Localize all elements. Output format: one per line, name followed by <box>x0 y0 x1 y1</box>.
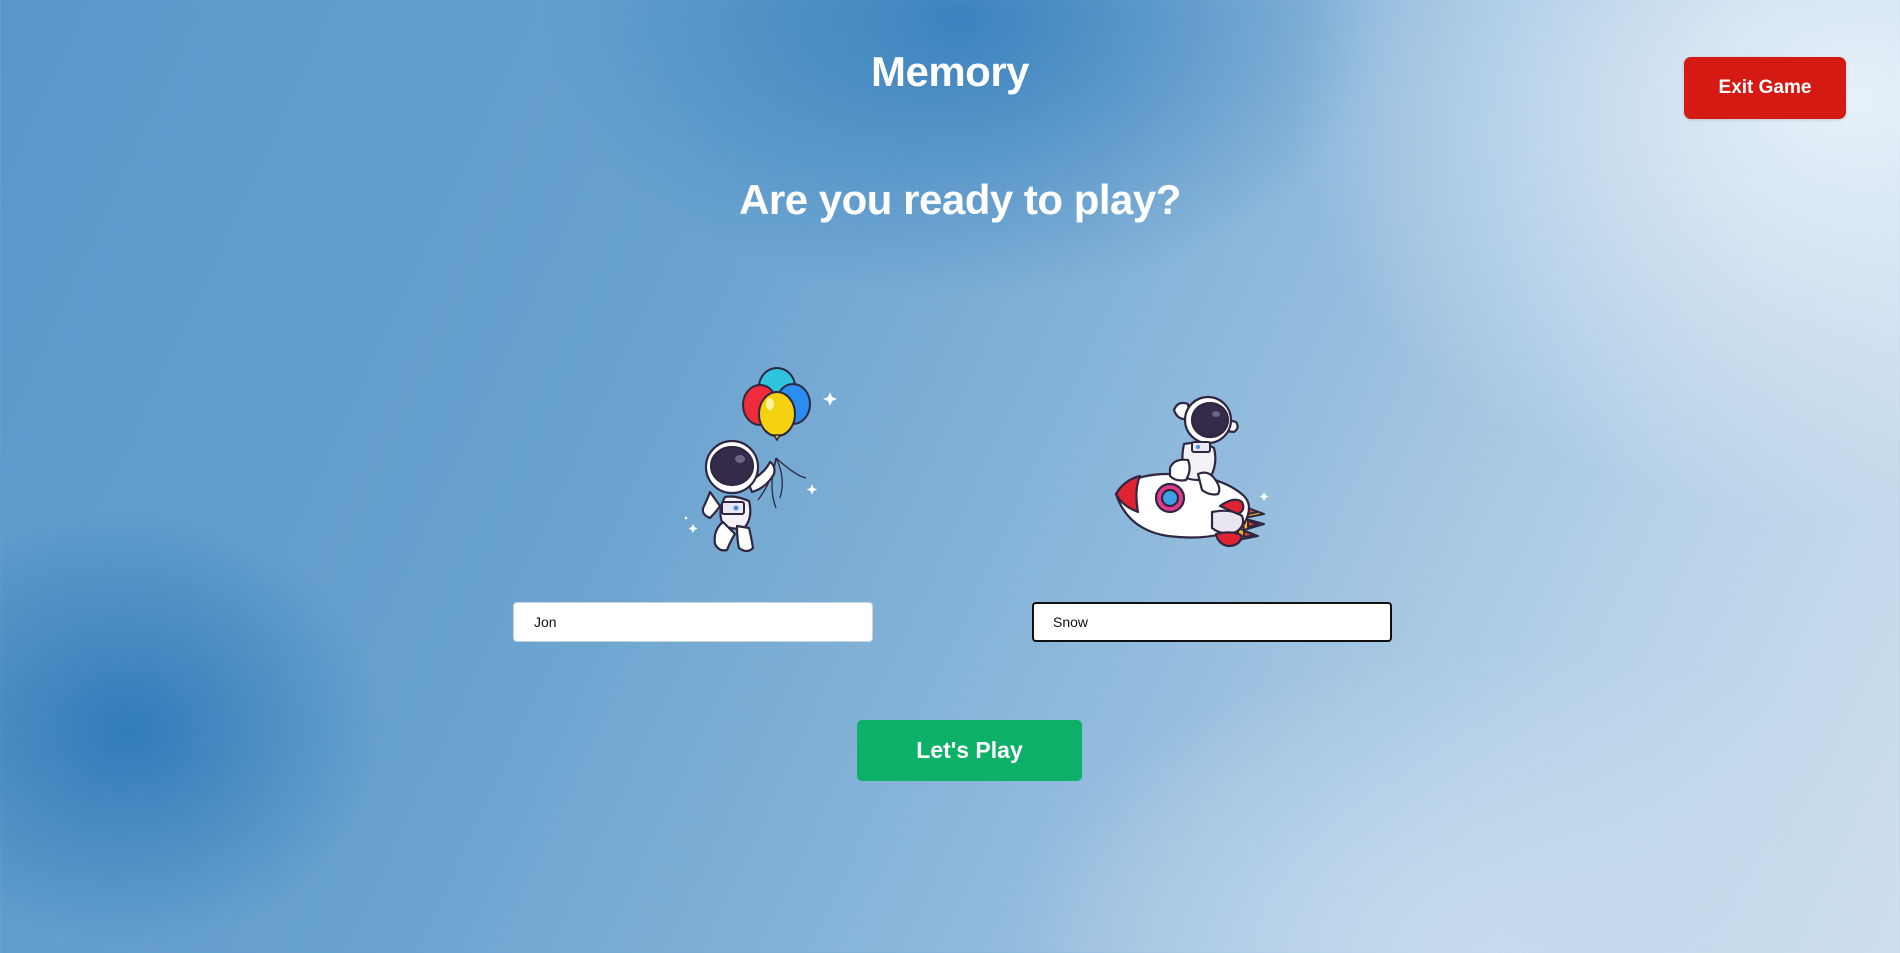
lets-play-button[interactable]: Let's Play <box>857 720 1082 781</box>
page-title: Memory <box>870 48 1030 95</box>
player-two-name-input[interactable] <box>1032 602 1392 642</box>
exit-game-button[interactable]: Exit Game <box>1684 57 1846 119</box>
ready-prompt: Are you ready to play? <box>739 176 1181 223</box>
astronaut-balloons-icon <box>680 362 840 552</box>
astronaut-rocket-icon <box>1112 378 1282 550</box>
player-one-name-input[interactable] <box>513 602 873 642</box>
